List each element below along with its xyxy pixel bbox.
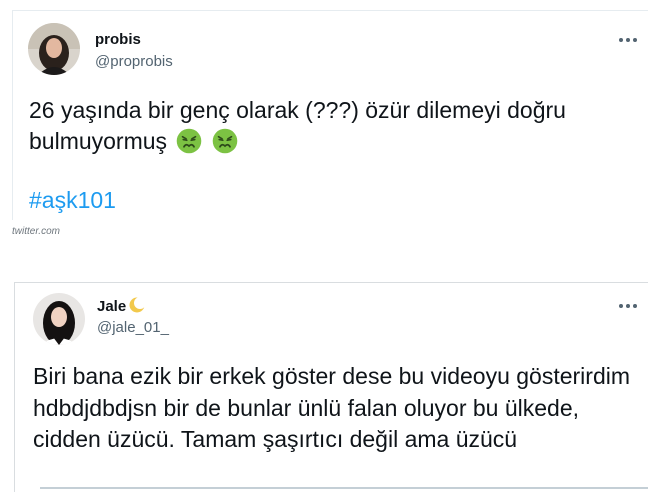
author-display-name[interactable]: probis	[95, 31, 141, 48]
woman-portrait-avatar	[33, 293, 85, 345]
divider	[40, 487, 648, 492]
author-name-text: Jale	[97, 298, 127, 315]
author-avatar[interactable]	[28, 23, 80, 75]
ellipsis-icon[interactable]	[616, 301, 640, 311]
ellipsis-icon[interactable]	[616, 35, 640, 45]
nauseated-face-emoji	[212, 128, 238, 154]
author-avatar[interactable]	[33, 293, 85, 345]
author-handle[interactable]: @proprobis	[95, 53, 173, 70]
tweet-text: Biri bana ezik bir erkek göster dese bu …	[33, 363, 631, 452]
hashtag-link[interactable]: #aşk101	[29, 187, 116, 214]
tweet-body: 26 yaşında bir genç olarak (???) özür di…	[29, 97, 566, 154]
author-handle[interactable]: @jale_01_	[97, 319, 169, 336]
moon-badge-icon	[129, 297, 146, 313]
source-watermark: twitter.com	[12, 226, 60, 237]
tweet-text: 26 yaşında bir genç olarak (???) özür di…	[29, 95, 639, 157]
woman-portrait-avatar	[28, 23, 80, 75]
nauseated-face-emoji	[177, 128, 202, 154]
author-display-name[interactable]: Jale	[97, 297, 146, 315]
tweet-card[interactable]: probis @proprobis 26 yaşında bir genç ol…	[12, 10, 648, 220]
tweet-card[interactable]: Jale @jale_01_ Biri bana ezik bir erkek …	[14, 282, 648, 492]
